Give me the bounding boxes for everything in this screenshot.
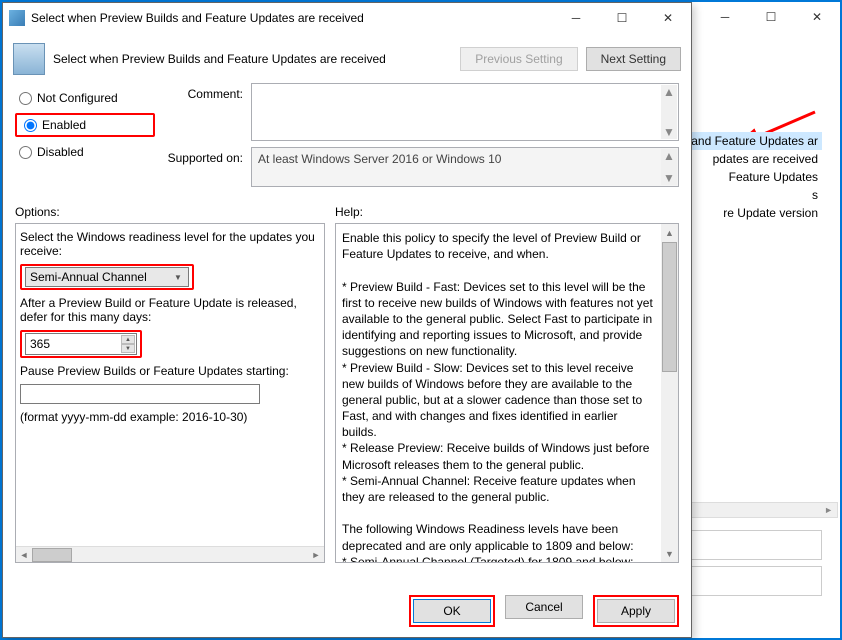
close-button[interactable]: ✕ [645, 4, 691, 32]
defer-days-spinner[interactable]: 365 ▲ ▼ [25, 333, 137, 355]
policy-name: Select when Preview Builds and Feature U… [53, 52, 452, 66]
radio-enabled[interactable]: Enabled [20, 116, 90, 134]
radio-disabled-input[interactable] [19, 146, 32, 159]
dialog-button-row: OK Cancel Apply [3, 587, 691, 637]
highlight-ok: OK [409, 595, 495, 627]
minimize-button[interactable]: ─ [553, 4, 599, 32]
ok-button[interactable]: OK [413, 599, 491, 623]
highlight-defer: 365 ▲ ▼ [20, 330, 142, 358]
pause-hint: (format yyyy-mm-dd example: 2016-10-30) [20, 410, 320, 424]
policy-icon [13, 43, 45, 75]
supported-on-text: At least Windows Server 2016 or Windows … [258, 152, 501, 166]
radio-not-configured-input[interactable] [19, 92, 32, 105]
maximize-button[interactable]: ☐ [599, 4, 645, 32]
back-close-button[interactable]: ✕ [794, 3, 840, 31]
pause-label: Pause Preview Builds or Feature Updates … [20, 364, 320, 378]
supported-on-box: At least Windows Server 2016 or Windows … [251, 147, 679, 187]
dialog-title: Select when Preview Builds and Feature U… [31, 11, 553, 25]
previous-setting-button[interactable]: Previous Setting [460, 47, 577, 71]
supported-scrollbar[interactable]: ▲▼ [661, 149, 677, 185]
scroll-up-icon[interactable]: ▲ [661, 224, 678, 241]
radio-not-configured[interactable]: Not Configured [15, 89, 155, 107]
highlight-apply: Apply [593, 595, 679, 627]
radio-label: Not Configured [37, 91, 118, 105]
comment-scrollbar[interactable]: ▲▼ [661, 85, 677, 139]
comment-textarea[interactable]: ▲▼ [251, 83, 679, 141]
options-column: Options: Select the Windows readiness le… [15, 203, 325, 579]
readiness-value: Semi-Annual Channel [30, 270, 147, 284]
scroll-right-icon[interactable]: ► [308, 547, 324, 563]
help-column: Help: Enable this policy to specify the … [335, 203, 679, 579]
spin-down-icon[interactable]: ▼ [121, 344, 135, 353]
readiness-combobox[interactable]: Semi-Annual Channel ▼ [25, 267, 189, 287]
defer-days-value: 365 [30, 337, 50, 351]
radio-enabled-input[interactable] [24, 119, 37, 132]
defer-label: After a Preview Build or Feature Update … [20, 296, 320, 324]
help-heading: Help: [335, 203, 679, 223]
options-hscrollbar[interactable]: ◄ ► [16, 546, 324, 562]
scroll-thumb[interactable] [662, 242, 677, 372]
help-text: Enable this policy to specify the level … [342, 230, 672, 563]
policy-dialog: Select when Preview Builds and Feature U… [2, 2, 692, 638]
radio-disabled[interactable]: Disabled [15, 143, 155, 161]
apply-button[interactable]: Apply [597, 599, 675, 623]
dialog-icon [9, 10, 25, 26]
highlight-enabled: Enabled [15, 113, 155, 137]
supported-label: Supported on: [163, 147, 243, 165]
scroll-down-icon[interactable]: ▼ [661, 545, 678, 562]
header-row: Select when Preview Builds and Feature U… [3, 33, 691, 77]
scroll-thumb[interactable] [32, 548, 72, 562]
pause-date-input[interactable] [20, 384, 260, 404]
chevron-down-icon: ▼ [170, 270, 186, 284]
readiness-label: Select the Windows readiness level for t… [20, 230, 320, 258]
options-heading: Options: [15, 203, 325, 223]
radio-label: Enabled [42, 118, 86, 132]
help-panel: Enable this policy to specify the level … [335, 223, 679, 563]
spin-up-icon[interactable]: ▲ [121, 335, 135, 344]
highlight-readiness: Semi-Annual Channel ▼ [20, 264, 194, 290]
cancel-button[interactable]: Cancel [505, 595, 583, 619]
state-radio-group: Not Configured Enabled Disabled [15, 83, 155, 161]
back-maximize-button[interactable]: ☐ [748, 3, 794, 31]
comment-label: Comment: [163, 83, 243, 101]
scroll-left-icon[interactable]: ◄ [16, 547, 32, 563]
help-vscrollbar[interactable]: ▲ ▼ [661, 224, 678, 562]
dialog-titlebar[interactable]: Select when Preview Builds and Feature U… [3, 3, 691, 33]
radio-label: Disabled [37, 145, 84, 159]
back-minimize-button[interactable]: ─ [702, 3, 748, 31]
options-panel: Select the Windows readiness level for t… [15, 223, 325, 563]
next-setting-button[interactable]: Next Setting [586, 47, 681, 71]
